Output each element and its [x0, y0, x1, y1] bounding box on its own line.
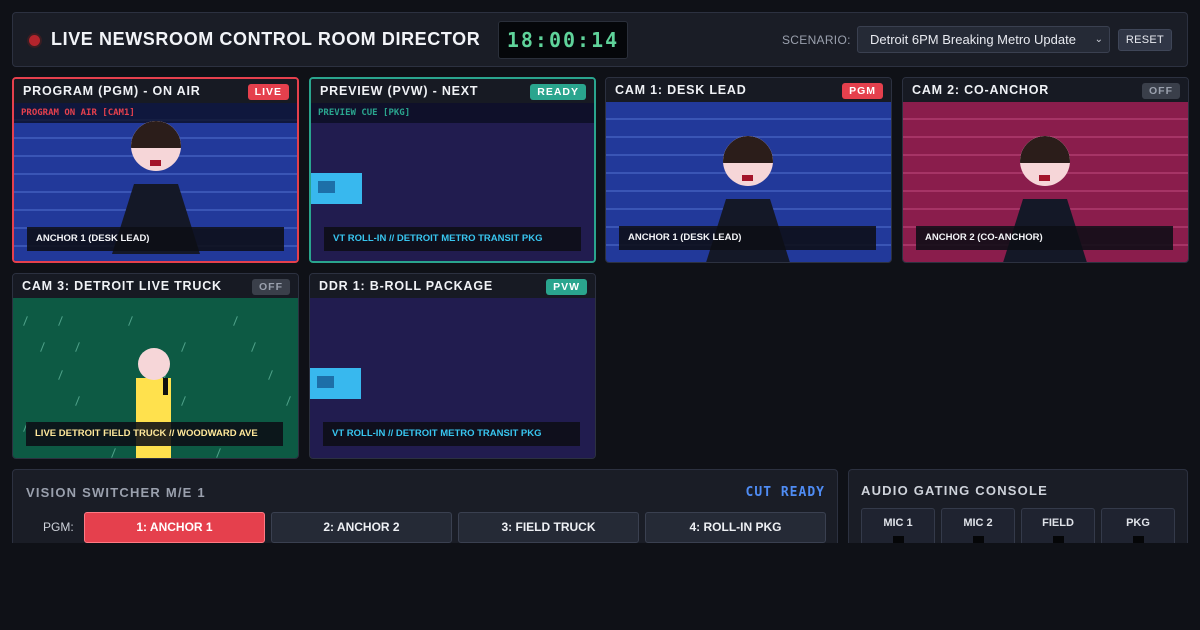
top-bar: LIVE NEWSROOM CONTROL ROOM DIRECTOR 18:0… — [12, 12, 1188, 67]
audio-console-panel: AUDIO GATING CONSOLE MIC 1 MIC 2 FIELD P… — [848, 469, 1188, 549]
vision-switcher-panel: VISION SWITCHER M/E 1 CUT READY PGM: 1: … — [12, 469, 838, 549]
video-feed: ANCHOR 2 (CO-ANCHOR) — [903, 102, 1188, 262]
monitor-title: CAM 2: CO-ANCHOR — [912, 83, 1050, 97]
cut-status: CUT READY — [745, 485, 825, 500]
monitor-header: CAM 3: DETROIT LIVE TRUCK OFF — [13, 274, 298, 298]
monitor-title: PREVIEW (PVW) - NEXT — [320, 84, 479, 98]
switcher-button-anchor-1[interactable]: 1: ANCHOR 1 — [84, 512, 265, 543]
pgm-row-label: PGM: — [43, 520, 74, 534]
lower-third: VT ROLL-IN // DETROIT METRO TRANSIT PKG — [323, 422, 580, 446]
monitor-title: CAM 3: DETROIT LIVE TRUCK — [22, 279, 222, 293]
video-feed: LIVE DETROIT FIELD TRUCK // WOODWARD AVE — [13, 298, 298, 458]
channel-label: MIC 1 — [883, 517, 913, 529]
ddr1-monitor[interactable]: DDR 1: B-ROLL PACKAGE PVW VT ROLL-IN // … — [309, 273, 596, 459]
video-feed: VT ROLL-IN // DETROIT METRO TRANSIT PKG — [310, 298, 595, 458]
status-badge: LIVE — [247, 84, 289, 100]
monitor-header: DDR 1: B-ROLL PACKAGE PVW — [310, 274, 595, 298]
lower-third: VT ROLL-IN // DETROIT METRO TRANSIT PKG — [324, 227, 581, 251]
monitor-title: PROGRAM (PGM) - ON AIR — [23, 84, 201, 98]
status-badge: OFF — [1142, 83, 1180, 99]
vt-graphic — [311, 173, 362, 204]
status-badge: READY — [530, 84, 586, 100]
vt-graphic — [310, 368, 361, 399]
status-badge: PGM — [842, 83, 883, 99]
video-feed: PREVIEW CUE [PKG] VT ROLL-IN // DETROIT … — [311, 103, 594, 261]
scenario-selected-value: Detroit 6PM Breaking Metro Update — [870, 32, 1076, 47]
preview-monitor: PREVIEW (PVW) - NEXT READY PREVIEW CUE [… — [309, 77, 596, 263]
audio-title: AUDIO GATING CONSOLE — [861, 483, 1048, 498]
switcher-button-anchor-2[interactable]: 2: ANCHOR 2 — [271, 512, 452, 543]
switcher-title: VISION SWITCHER M/E 1 — [26, 485, 206, 500]
reset-button[interactable]: RESET — [1118, 29, 1172, 51]
lower-third: ANCHOR 1 (DESK LEAD) — [27, 227, 284, 251]
monitor-title: DDR 1: B-ROLL PACKAGE — [319, 279, 493, 293]
monitor-header: PROGRAM (PGM) - ON AIR LIVE — [14, 79, 297, 103]
monitor-title: CAM 1: DESK LEAD — [615, 83, 747, 97]
video-feed: ANCHOR 1 (DESK LEAD) — [606, 102, 891, 262]
program-monitor: PROGRAM (PGM) - ON AIR LIVE PROGRAM ON A… — [12, 77, 299, 263]
control-room-app: LIVE NEWSROOM CONTROL ROOM DIRECTOR 18:0… — [0, 0, 1200, 630]
lower-third: LIVE DETROIT FIELD TRUCK // WOODWARD AVE — [26, 422, 283, 446]
switcher-button-field-truck[interactable]: 3: FIELD TRUCK — [458, 512, 639, 543]
channel-label: MIC 2 — [963, 517, 993, 529]
studio-clock: 18:00:14 — [498, 21, 628, 59]
video-feed: PROGRAM ON AIR [CAM1] ANCHOR 1 (DESK LEA… — [14, 103, 297, 261]
switcher-button-roll-in-pkg[interactable]: 4: ROLL-IN PKG — [645, 512, 826, 543]
cam3-monitor[interactable]: CAM 3: DETROIT LIVE TRUCK OFF LIVE DETRO… — [12, 273, 299, 459]
channel-label: FIELD — [1042, 517, 1074, 529]
record-indicator-icon — [29, 35, 40, 46]
cam1-monitor[interactable]: CAM 1: DESK LEAD PGM ANCHOR 1 (DESK LEAD… — [605, 77, 892, 263]
cue-label: PREVIEW CUE [PKG] — [311, 103, 594, 123]
cam2-monitor[interactable]: CAM 2: CO-ANCHOR OFF ANCHOR 2 (CO-ANCHOR… — [902, 77, 1189, 263]
app-title: LIVE NEWSROOM CONTROL ROOM DIRECTOR — [51, 29, 481, 49]
chevron-down-icon: ⌄ — [1094, 34, 1103, 45]
status-badge: OFF — [252, 279, 290, 295]
channel-label: PKG — [1126, 517, 1150, 529]
lower-third: ANCHOR 2 (CO-ANCHOR) — [916, 226, 1173, 250]
page-bottom-area — [0, 543, 1200, 630]
status-badge: PVW — [546, 279, 587, 295]
scenario-select[interactable]: Detroit 6PM Breaking Metro Update ⌄ — [857, 26, 1110, 53]
lower-third: ANCHOR 1 (DESK LEAD) — [619, 226, 876, 250]
monitor-header: PREVIEW (PVW) - NEXT READY — [311, 79, 594, 103]
monitor-header: CAM 2: CO-ANCHOR OFF — [903, 78, 1188, 102]
monitor-header: CAM 1: DESK LEAD PGM — [606, 78, 891, 102]
scenario-label: SCENARIO: — [782, 33, 851, 47]
